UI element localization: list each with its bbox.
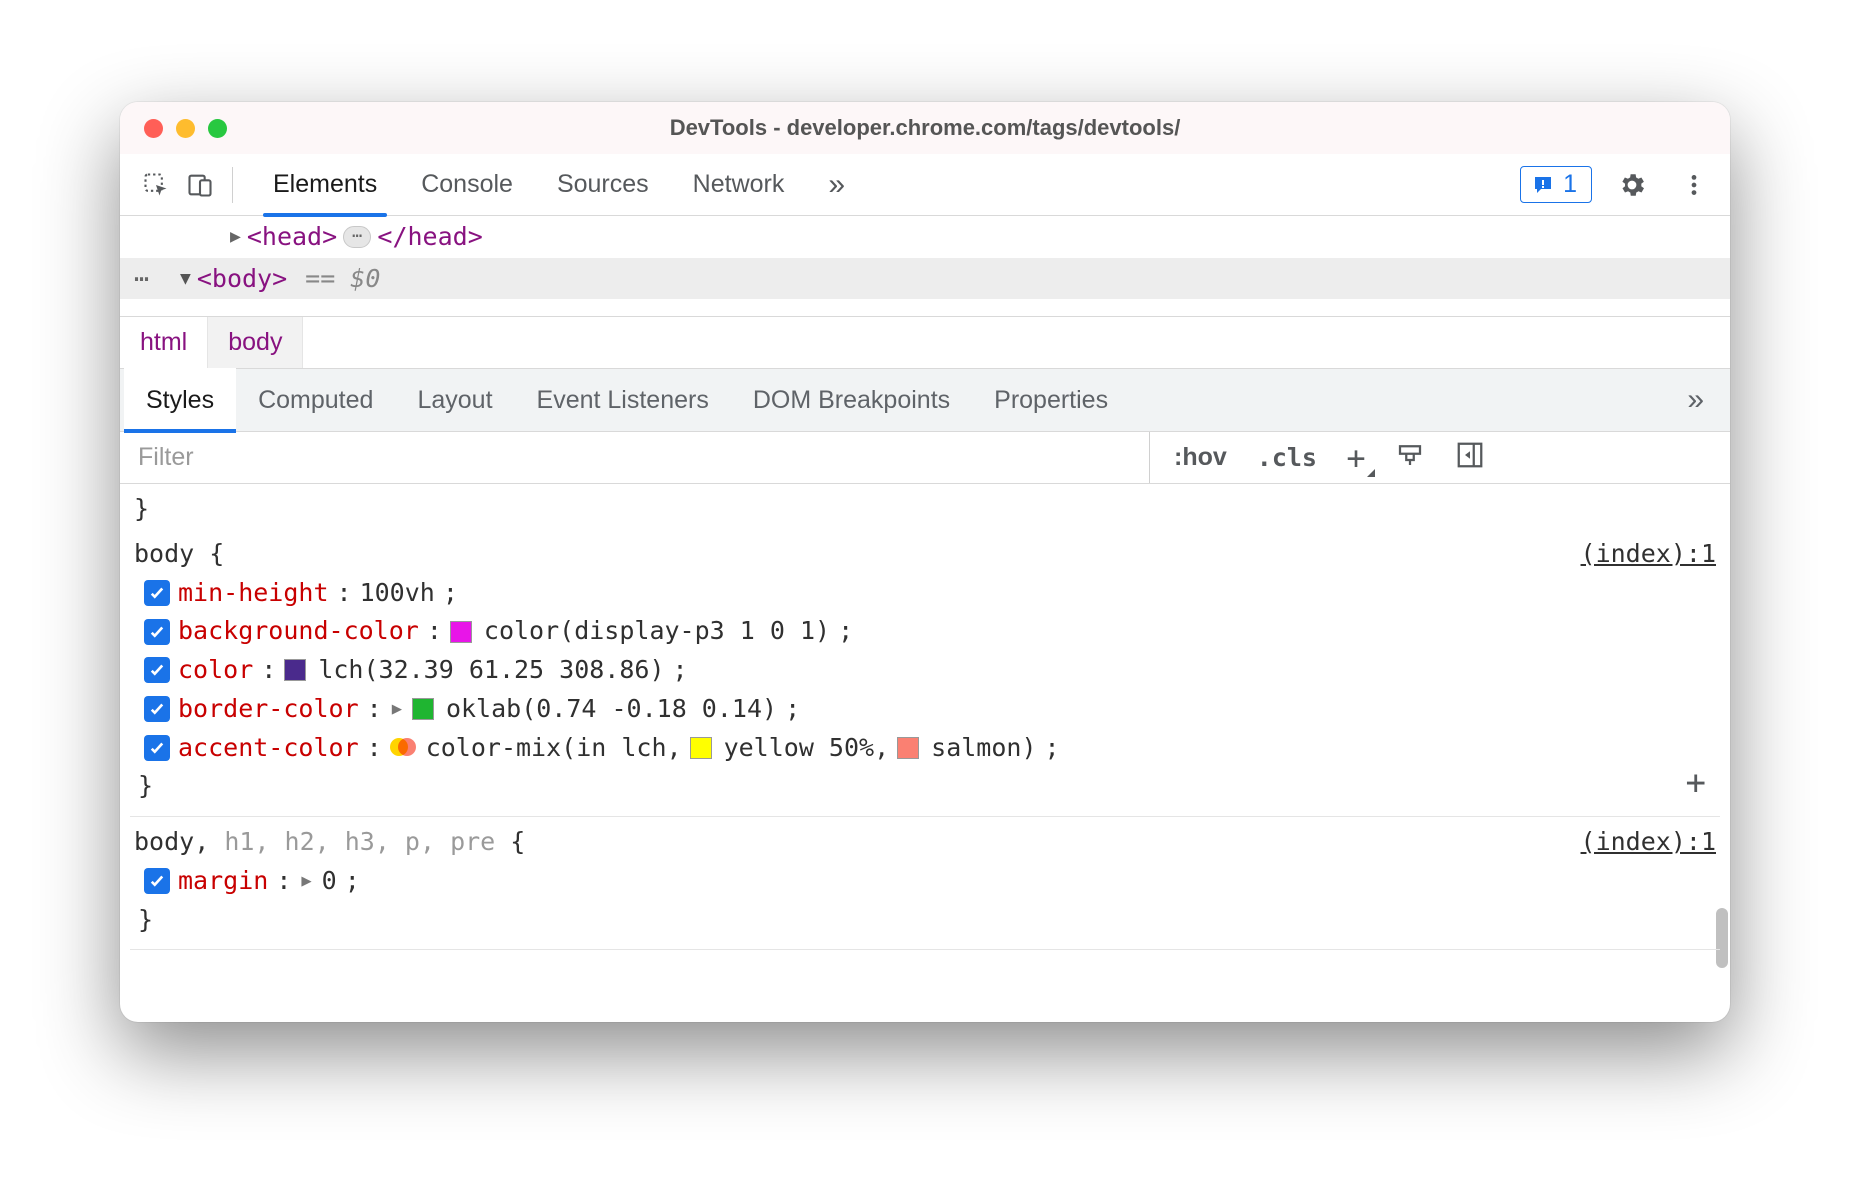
styles-pane[interactable]: } body {(index):1min-height:100vh;backgr… xyxy=(120,484,1730,960)
css-declaration-toggle[interactable] xyxy=(144,619,170,645)
css-selector[interactable]: body, h1, h2, h3, p, pre { xyxy=(134,823,525,862)
tab-sources[interactable]: Sources xyxy=(535,154,671,216)
computed-panel-toggle-icon[interactable] xyxy=(1449,440,1491,476)
breadcrumb-item-html[interactable]: html xyxy=(120,317,208,368)
css-property-value[interactable]: oklab(0.74 -0.18 0.14) xyxy=(446,690,777,729)
issues-count: 1 xyxy=(1563,170,1577,199)
dom-node-head[interactable]: ▶ <head> ⋯ </head> xyxy=(120,216,1730,258)
device-toolbar-icon[interactable] xyxy=(178,163,222,207)
tab-console[interactable]: Console xyxy=(399,154,535,216)
css-property-value[interactable]: salmon) xyxy=(931,729,1036,768)
subtab-overflow[interactable]: » xyxy=(1665,368,1726,432)
toggle-cls-button[interactable]: .cls xyxy=(1251,443,1323,472)
subtab-computed[interactable]: Computed xyxy=(236,368,395,432)
subtab-layout[interactable]: Layout xyxy=(395,368,514,432)
window-titlebar: DevTools - developer.chrome.com/tags/dev… xyxy=(120,102,1730,154)
css-property-value[interactable]: color-mix(in lch, xyxy=(426,729,682,768)
window-maximize-button[interactable] xyxy=(208,119,227,138)
toggle-hov-button[interactable]: :hov xyxy=(1168,443,1233,472)
css-property-name[interactable]: accent-color xyxy=(178,729,359,768)
css-declaration[interactable]: min-height:100vh; xyxy=(134,574,1716,613)
more-menu-icon[interactable] xyxy=(1672,163,1716,207)
prev-rule-closing-brace: } xyxy=(130,490,1720,529)
toolbar-right-controls: 1 xyxy=(1520,163,1716,207)
dom-tag-open: <body> xyxy=(197,260,287,298)
settings-gear-icon[interactable] xyxy=(1610,163,1654,207)
css-property-value[interactable]: 100vh xyxy=(360,574,435,613)
css-rule-block[interactable]: body, h1, h2, h3, p, pre { (index):1 margi… xyxy=(130,817,1720,950)
window-traffic-lights xyxy=(144,119,227,138)
styles-filter-row: :hov .cls + xyxy=(120,432,1730,484)
css-property-value[interactable]: 0 xyxy=(322,862,337,901)
color-swatch[interactable] xyxy=(450,621,472,643)
subtab-properties[interactable]: Properties xyxy=(972,368,1130,432)
main-toolbar: Elements Console Sources Network » 1 xyxy=(120,154,1730,216)
css-source-link[interactable]: (index):1 xyxy=(1581,823,1716,862)
css-rule-block[interactable]: body { (index):1min-height:100vh;backgrou… xyxy=(130,529,1720,817)
breadcrumb: html body xyxy=(120,316,1730,368)
subtab-styles[interactable]: Styles xyxy=(124,368,236,432)
subtab-dom-breakpoints[interactable]: DOM Breakpoints xyxy=(731,368,972,432)
css-property-name[interactable]: background-color xyxy=(178,612,419,651)
inspect-element-icon[interactable] xyxy=(134,163,178,207)
insert-style-rule-button[interactable]: + xyxy=(1686,757,1706,810)
collapse-triangle-icon[interactable]: ▼ xyxy=(180,265,191,292)
dom-tag-open: <head> xyxy=(247,218,337,256)
new-style-rule-button[interactable]: + xyxy=(1341,443,1371,473)
collapsed-content-icon[interactable]: ⋯ xyxy=(343,226,371,248)
tab-network[interactable]: Network xyxy=(671,154,807,216)
tab-overflow[interactable]: » xyxy=(806,154,867,216)
selected-row-actions-icon[interactable]: ⋯ xyxy=(134,264,151,293)
dom-node-body[interactable]: ▼ <body> == $0 xyxy=(120,258,1730,300)
window-close-button[interactable] xyxy=(144,119,163,138)
styles-filter-input[interactable] xyxy=(130,432,1150,483)
issues-icon xyxy=(1531,173,1555,197)
css-property-name[interactable]: border-color xyxy=(178,690,359,729)
shorthand-expand-icon[interactable]: ▶ xyxy=(299,868,313,894)
css-property-value[interactable]: yellow 50%, xyxy=(724,729,890,768)
css-declaration[interactable]: border-color:▶oklab(0.74 -0.18 0.14); xyxy=(134,690,1716,729)
expand-triangle-icon[interactable]: ▶ xyxy=(230,223,241,250)
subtab-event-listeners[interactable]: Event Listeners xyxy=(515,368,731,432)
css-property-name[interactable]: margin xyxy=(178,862,268,901)
main-tabs: Elements Console Sources Network » xyxy=(251,154,867,216)
color-swatch[interactable] xyxy=(897,737,919,759)
color-mix-swatch[interactable] xyxy=(390,736,414,760)
css-property-value[interactable]: color(display-p3 1 0 1) xyxy=(484,612,830,651)
breadcrumb-item-body[interactable]: body xyxy=(208,317,303,368)
toolbar-separator xyxy=(232,167,233,203)
css-declaration-toggle[interactable] xyxy=(144,868,170,894)
shorthand-expand-icon[interactable]: ▶ xyxy=(390,696,404,722)
css-declaration-toggle[interactable] xyxy=(144,696,170,722)
color-swatch[interactable] xyxy=(412,698,434,720)
css-declaration-toggle[interactable] xyxy=(144,735,170,761)
css-property-value[interactable]: lch(32.39 61.25 308.86) xyxy=(318,651,664,690)
window-minimize-button[interactable] xyxy=(176,119,195,138)
css-property-name[interactable]: min-height xyxy=(178,574,329,613)
css-source-link[interactable]: (index):1 xyxy=(1581,535,1716,574)
console-reference: == $0 xyxy=(305,260,380,298)
color-swatch[interactable] xyxy=(690,737,712,759)
window-title: DevTools - developer.chrome.com/tags/dev… xyxy=(120,115,1730,141)
css-declaration-toggle[interactable] xyxy=(144,657,170,683)
paint-brush-icon[interactable] xyxy=(1389,440,1431,476)
dom-tree[interactable]: ⋯ ▶ <head> ⋯ </head> ▼ <body> == $0 xyxy=(120,216,1730,316)
tab-elements[interactable]: Elements xyxy=(251,154,399,216)
devtools-window: DevTools - developer.chrome.com/tags/dev… xyxy=(120,102,1730,1022)
css-property-name[interactable]: color xyxy=(178,651,253,690)
dom-tag-close: </head> xyxy=(377,218,482,256)
css-declaration[interactable]: margin:▶0; xyxy=(134,862,1716,901)
css-declaration-toggle[interactable] xyxy=(144,580,170,606)
color-swatch[interactable] xyxy=(284,659,306,681)
css-rule-closing-brace: } xyxy=(134,901,1716,940)
css-rule-closing-brace: } xyxy=(134,767,1716,806)
issues-button[interactable]: 1 xyxy=(1520,166,1592,203)
css-selector[interactable]: body { xyxy=(134,535,224,574)
css-declaration[interactable]: background-color:color(display-p3 1 0 1)… xyxy=(134,612,1716,651)
css-declaration[interactable]: color:lch(32.39 61.25 308.86); xyxy=(134,651,1716,690)
css-declaration[interactable]: accent-color:color-mix(in lch, yellow 50… xyxy=(134,729,1716,768)
styles-subtabs: Styles Computed Layout Event Listeners D… xyxy=(120,368,1730,432)
